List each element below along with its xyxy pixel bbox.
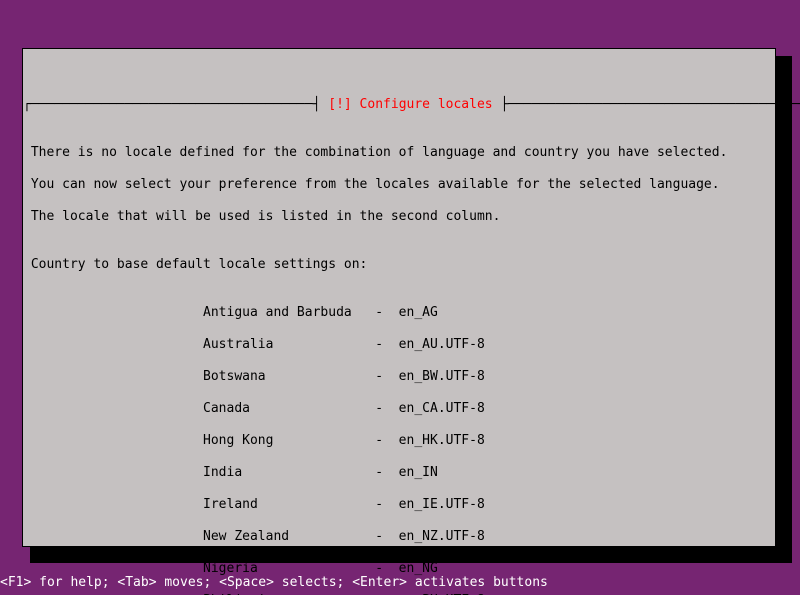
locale-list-item[interactable]: Ireland - en_IE.UTF-8 xyxy=(23,497,775,513)
footer-help-text: <F1> for help; <Tab> moves; <Space> sele… xyxy=(0,575,800,591)
row-leading-space xyxy=(23,529,203,544)
row-text: Botswana - en_BW.UTF-8 xyxy=(203,369,532,384)
row-text: Antigua and Barbuda - en_AG xyxy=(203,305,485,320)
row-leading-space xyxy=(23,433,203,448)
row-text: India - en_IN xyxy=(203,465,485,480)
dialog-title: [!] Configure locales xyxy=(328,97,492,112)
intro-text-3: The locale that will be used is listed i… xyxy=(23,209,775,225)
screen: ┌────────────────────────────────────┤ [… xyxy=(0,0,800,595)
row-text: Ireland - en_IE.UTF-8 xyxy=(203,497,532,512)
row-leading-space xyxy=(23,401,203,416)
locale-list[interactable]: Antigua and Barbuda - en_AG Australia - … xyxy=(23,305,775,595)
row-leading-space xyxy=(23,465,203,480)
row-leading-space xyxy=(23,337,203,352)
title-border-line: ┌────────────────────────────────────┤ [… xyxy=(23,97,775,113)
prompt-text: Country to base default locale settings … xyxy=(23,257,775,273)
row-text: Hong Kong - en_HK.UTF-8 xyxy=(203,433,532,448)
row-leading-space xyxy=(23,369,203,384)
locale-list-item[interactable]: Canada - en_CA.UTF-8 xyxy=(23,401,775,417)
row-leading-space xyxy=(23,305,203,320)
row-leading-space xyxy=(23,497,203,512)
locale-list-item[interactable]: New Zealand - en_NZ.UTF-8 xyxy=(23,529,775,545)
row-text: Nigeria - en_NG xyxy=(203,561,485,576)
row-text: Canada - en_CA.UTF-8 xyxy=(203,401,532,416)
intro-text-1: There is no locale defined for the combi… xyxy=(23,145,775,161)
locale-list-item[interactable]: Antigua and Barbuda - en_AG xyxy=(23,305,775,321)
row-text: Australia - en_AU.UTF-8 xyxy=(203,337,532,352)
intro-text-2: You can now select your preference from … xyxy=(23,177,775,193)
locale-list-item[interactable]: Australia - en_AU.UTF-8 xyxy=(23,337,775,353)
locale-list-item[interactable]: Hong Kong - en_HK.UTF-8 xyxy=(23,433,775,449)
row-text: New Zealand - en_NZ.UTF-8 xyxy=(203,529,532,544)
locale-list-item[interactable]: India - en_IN xyxy=(23,465,775,481)
dialog-content: ┌────────────────────────────────────┤ [… xyxy=(23,81,775,595)
row-leading-space xyxy=(23,561,203,576)
configure-locales-dialog: ┌────────────────────────────────────┤ [… xyxy=(22,48,776,547)
locale-list-item[interactable]: Botswana - en_BW.UTF-8 xyxy=(23,369,775,385)
